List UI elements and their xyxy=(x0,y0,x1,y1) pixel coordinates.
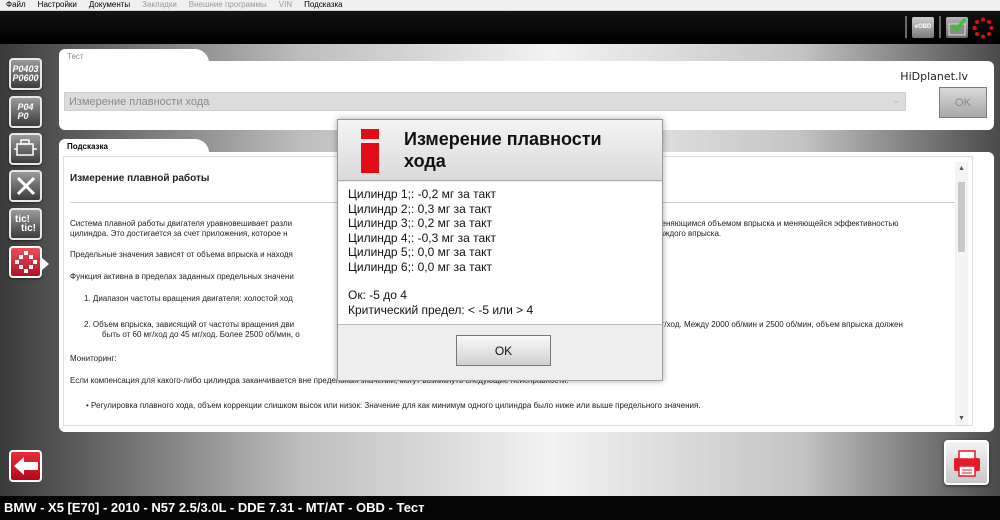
back-arrow-icon xyxy=(13,457,38,475)
print-button[interactable] xyxy=(944,440,989,485)
help-paragraph-right: меняющимся объемом впрыска и меняющейся … xyxy=(656,219,899,228)
gear-icon xyxy=(972,17,994,39)
eobd-button[interactable]: eOBD xyxy=(912,17,934,38)
dialog-body: Цилиндр 1;: -0,2 мг за такт Цилиндр 2;: … xyxy=(338,182,662,325)
cylinder-2-value: Цилиндр 2;: 0,3 мг за такт xyxy=(348,201,492,216)
dialog-ok-button[interactable]: OK xyxy=(456,335,551,366)
help-bullet: • Регулировка плавного хода, объем корре… xyxy=(86,401,701,410)
active-tests-button[interactable] xyxy=(9,246,49,278)
fault-codes-button[interactable]: P0403 P0600 xyxy=(9,58,42,90)
help-list-item-right: мг/ход. Между 2000 об/мин и 2500 об/мин,… xyxy=(656,320,903,329)
menu-file[interactable]: Файл xyxy=(0,0,32,10)
edit-codes-icon: P04 P0 xyxy=(17,102,34,121)
scroll-up-icon[interactable]: ▲ xyxy=(955,164,968,174)
fault-codes-icon: P0403 P0600 xyxy=(12,64,39,83)
check-folder-button[interactable] xyxy=(946,17,968,38)
test-select[interactable]: Измерение плавности хода ⌄ xyxy=(64,92,906,111)
help-paragraph-right: каждого впрыска. xyxy=(656,229,722,238)
help-scrollbar[interactable]: ▲ ▼ xyxy=(955,162,968,425)
back-button[interactable] xyxy=(9,450,42,482)
menu-vin: VIN xyxy=(278,0,293,9)
check-folder-icon xyxy=(948,18,967,36)
menu-bookmarks: Закладки xyxy=(142,0,177,9)
ok-range-text: Ок: -5 до 4 xyxy=(348,288,407,302)
engine-parameters-button[interactable] xyxy=(9,133,42,165)
engine-icon xyxy=(13,139,37,156)
critical-limit-text: Критический предел: < -5 или > 4 xyxy=(348,302,534,317)
eobd-icon: eOBD xyxy=(914,24,932,30)
tab-help[interactable]: Подсказка xyxy=(59,139,209,153)
test-select-value: Измерение плавности хода xyxy=(69,96,210,108)
dialog-title: Измерение плавности хода xyxy=(404,129,602,171)
menu-help[interactable]: Подсказка xyxy=(298,0,349,10)
cylinder-1-value: Цилиндр 1;: -0,2 мг за такт xyxy=(348,187,496,201)
printer-icon xyxy=(953,449,980,477)
cylinder-4-value: Цилиндр 4;: -0,3 мг за такт xyxy=(348,230,496,245)
scroll-down-icon[interactable]: ▼ xyxy=(955,414,968,424)
tic-icon: tic! tic! xyxy=(15,214,36,234)
watermark-text: HiDplanet.lv xyxy=(900,70,968,83)
result-dialog: Измерение плавности хода Цилиндр 1;: -0,… xyxy=(337,119,663,381)
cylinder-3-value: Цилиндр 3;: 0,2 мг за такт xyxy=(348,216,492,230)
tools-icon xyxy=(16,176,35,196)
scroll-thumb[interactable] xyxy=(958,182,965,252)
menu-settings[interactable]: Настройки xyxy=(32,0,83,10)
toolbar-separator xyxy=(905,16,907,38)
top-toolbar: eOBD xyxy=(0,11,1000,44)
menu-external-programs: Внешние программы xyxy=(188,0,267,9)
vehicle-status-bar: BMW - X5 [E70] - 2010 - N57 2.5/3.0L - D… xyxy=(0,496,1000,520)
tic-test-button[interactable]: tic! tic! xyxy=(9,208,42,240)
info-icon xyxy=(361,129,379,173)
cylinder-5-value: Цилиндр 5;: 0,0 мг за такт xyxy=(348,245,492,259)
chevron-down-icon: ⌄ xyxy=(892,95,900,105)
toolbar-separator xyxy=(939,16,941,38)
cylinder-6-value: Цилиндр 6;: 0,0 мг за такт xyxy=(348,259,492,274)
test-ok-button[interactable]: OK xyxy=(939,87,987,118)
dialog-header: Измерение плавности хода xyxy=(338,120,662,181)
service-functions-button[interactable] xyxy=(9,170,42,202)
menu-bar: Файл Настройки Документы Закладки Внешни… xyxy=(0,0,1000,11)
edit-codes-button[interactable]: P04 P0 xyxy=(9,96,42,128)
gear-button[interactable] xyxy=(972,17,994,39)
menu-documents[interactable]: Документы xyxy=(83,0,136,10)
active-tests-icon xyxy=(14,251,37,273)
